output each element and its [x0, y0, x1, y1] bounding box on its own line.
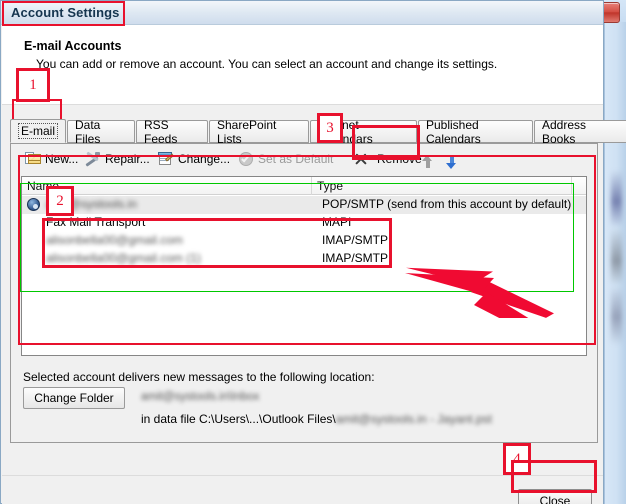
account-name: amit@systools.in [46, 197, 137, 211]
page-subtitle: You can add or remove an account. You ca… [36, 57, 498, 71]
account-type: POP/SMTP (send from this account by defa… [322, 197, 572, 211]
account-type: IMAP/SMTP [322, 233, 389, 247]
delivery-location-label: Selected account delivers new messages t… [23, 370, 375, 384]
accounts-list-header: Name Type [22, 177, 586, 195]
account-globe-icon [27, 198, 41, 212]
tab-address-books-label: Address Books [542, 117, 587, 146]
account-type: MAPI [322, 215, 352, 229]
account-type: IMAP/SMTP [322, 251, 389, 265]
remove-account-button[interactable]: Remove [352, 148, 424, 170]
column-header-name-label: Name [27, 179, 60, 193]
footer-divider [2, 475, 603, 476]
tab-published-calendars-label: Published Calendars [426, 117, 481, 146]
column-header-type[interactable]: Type [312, 177, 572, 195]
data-file-prefix: in data file C:\Users\...\Outlook Files\ [141, 412, 336, 426]
arrow-down-icon [445, 155, 458, 170]
account-name: alisonbella00@gmail.com (1) [46, 251, 201, 265]
new-mail-icon [25, 152, 41, 166]
tab-address-books[interactable]: Address Books [534, 117, 626, 146]
move-down-button[interactable] [443, 151, 460, 173]
check-circle-icon [239, 151, 254, 167]
new-account-label: New... [45, 152, 79, 166]
delivery-path: amit@systools.in\Inbox [141, 391, 260, 403]
set-as-default-label: Set as Default [258, 152, 334, 166]
tab-published-calendars[interactable]: Published Calendars [418, 117, 533, 146]
data-file-line: in data file C:\Users\...\Outlook Files\… [141, 412, 492, 426]
set-as-default-button: Set as Default [237, 148, 335, 170]
dialog-client-area: E-mail Accounts You can add or remove an… [2, 25, 626, 504]
close-button-label: Close [539, 494, 571, 504]
tab-data-files[interactable]: Data Files [67, 117, 135, 146]
table-row[interactable]: alisonbella00@gmail.com IMAP/SMTP [22, 232, 586, 250]
account-settings-dialog: Account Settings E-mail Accounts You can… [0, 0, 626, 504]
change-account-label: Change... [178, 152, 231, 166]
email-accounts-pane: New... Repair... Change... Set as Defaul… [10, 143, 598, 443]
table-row[interactable]: amit@systools.in POP/SMTP (send from thi… [22, 196, 586, 214]
repair-wrench-icon [85, 151, 101, 167]
page-title: E-mail Accounts [24, 39, 122, 53]
arrow-up-icon [421, 154, 434, 170]
column-header-name[interactable]: Name [22, 177, 312, 195]
data-file-name-blurred: amit@systools.in - Jayant.pst [335, 412, 492, 426]
change-properties-icon [158, 152, 174, 166]
repair-account-label: Repair... [105, 152, 150, 166]
dialog-titlebar: Account Settings [1, 1, 603, 25]
new-account-button[interactable]: New... [23, 148, 80, 170]
column-header-spacer [572, 177, 586, 195]
accounts-list[interactable]: Name Type amit@systools.in POP/SMTP (sen… [21, 176, 587, 356]
tab-email[interactable]: E-mail [10, 119, 66, 143]
change-folder-button[interactable]: Change Folder [23, 387, 125, 409]
table-row[interactable]: Fax Mail Transport MAPI [22, 214, 586, 232]
tab-email-label: E-mail [18, 123, 58, 139]
account-name: alisonbella00@gmail.com [46, 233, 183, 247]
tab-sharepoint-lists-label: SharePoint Lists [217, 117, 277, 146]
tab-rss-feeds[interactable]: RSS Feeds [136, 117, 208, 146]
repair-account-button[interactable]: Repair... [83, 148, 152, 170]
column-header-type-label: Type [317, 179, 344, 193]
account-name: Fax Mail Transport [46, 215, 146, 229]
move-up-button [419, 151, 436, 173]
background-blurred-content [611, 170, 622, 345]
tab-data-files-label: Data Files [75, 117, 101, 146]
tab-internet-calendars-label: Internet Calendars [318, 117, 373, 146]
tab-internet-calendars[interactable]: Internet Calendars [310, 117, 417, 146]
accounts-toolbar: New... Repair... Change... Set as Defaul… [11, 144, 597, 174]
close-button[interactable]: Close [518, 489, 592, 504]
tab-sharepoint-lists[interactable]: SharePoint Lists [209, 117, 309, 146]
tab-rss-feeds-label: RSS Feeds [144, 117, 178, 146]
change-account-button[interactable]: Change... [156, 148, 232, 170]
remove-account-label: Remove [377, 152, 422, 166]
x-icon [354, 152, 368, 166]
change-folder-label: Change Folder [34, 391, 114, 405]
dialog-title: Account Settings [11, 5, 120, 20]
table-row[interactable]: alisonbella00@gmail.com (1) IMAP/SMTP [22, 250, 586, 268]
tab-strip: E-mail Data Files RSS Feeds SharePoint L… [10, 117, 626, 146]
